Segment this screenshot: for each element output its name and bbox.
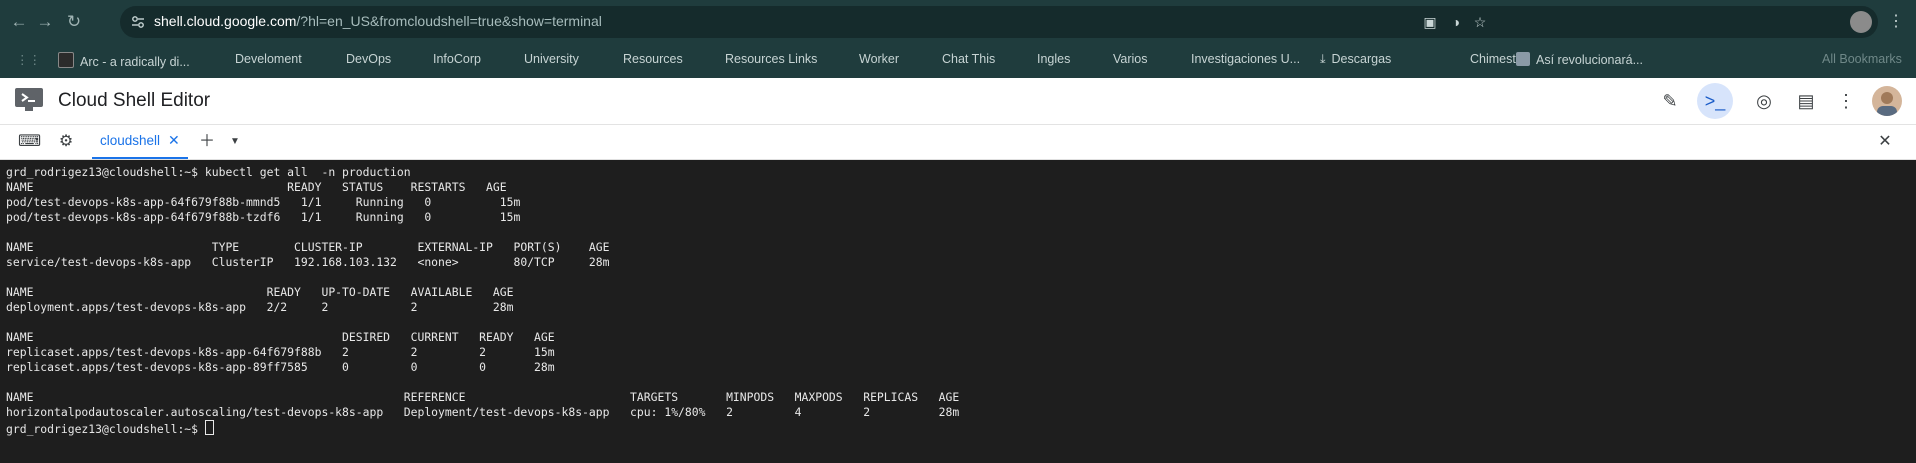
terminal-line: grd_rodrigez13@cloudshell:~$ kubectl get… [6, 165, 411, 179]
more-options-icon[interactable]: ⋮ [1834, 89, 1858, 113]
terminal-line: NAME READY STATUS RESTARTS AGE [6, 180, 507, 194]
terminal-line: deployment.apps/test-devops-k8s-app 2/2 … [6, 300, 514, 314]
reload-icon[interactable]: ↻ [63, 11, 85, 33]
bookmark-star-icon[interactable]: ☆ [1472, 14, 1488, 30]
bookmark-label: Varios [1113, 52, 1148, 66]
url-text: shell.cloud.google.com/?hl=en_US&fromclo… [154, 13, 602, 29]
open-editor-pencil-icon[interactable]: ✎ [1658, 89, 1682, 113]
eye-off-icon[interactable]: ◑ [1448, 14, 1464, 30]
download-icon: ⤓ [1320, 52, 1326, 66]
terminal-line: NAME REFERENCE TARGETS MINPODS MAXPODS R… [6, 390, 960, 404]
bookmark-label: Resources Links [725, 52, 818, 66]
apps-grid-icon[interactable]: ⋮⋮ [16, 52, 41, 67]
bookmark-item[interactable]: InfoCorp [433, 52, 481, 66]
terminal-line: replicaset.apps/test-devops-k8s-app-64f6… [6, 345, 555, 359]
site-settings-icon[interactable] [130, 14, 146, 30]
bookmark-item[interactable]: Varios [1113, 52, 1148, 66]
web-preview-icon[interactable]: ◎ [1752, 89, 1776, 113]
terminal-line: service/test-devops-k8s-app ClusterIP 19… [6, 255, 610, 269]
bookmark-label: University [524, 52, 579, 66]
terminal-line: replicaset.apps/test-devops-k8s-app-89ff… [6, 360, 555, 374]
bookmark-label: Worker [859, 52, 900, 66]
app-header: Cloud Shell Editor ✎ >_ ◎ ▤ ⋮ [0, 78, 1916, 125]
bookmark-label: DevOps [346, 52, 392, 66]
app-title: Cloud Shell Editor [58, 90, 211, 111]
bookmark-label: Resources [623, 52, 683, 66]
bookmark-item[interactable]: Arc - a radically di... [58, 52, 190, 69]
bookmark-item[interactable]: University [524, 52, 579, 66]
bookmark-item[interactable]: Investigaciones U... [1191, 52, 1300, 66]
bookmark-item[interactable]: Así revolucionará... [1516, 52, 1643, 67]
install-app-icon[interactable]: ▣ [1422, 14, 1438, 30]
avatar-photo-icon [1877, 92, 1897, 116]
close-terminal-icon[interactable]: ✕ [1875, 132, 1895, 152]
browser-nav-row: ← → ↻ shell.cloud.google.com/?hl=en_US&f… [0, 0, 1916, 44]
bookmark-item[interactable]: DevOps [346, 52, 391, 66]
terminal-line: NAME READY UP-TO-DATE AVAILABLE AGE [6, 285, 514, 299]
bookmark-label: Ingles [1037, 52, 1071, 66]
bookmark-label: Descargas [1331, 52, 1392, 66]
forward-arrow-icon[interactable]: → [34, 11, 56, 33]
browser-chrome: ← → ↻ shell.cloud.google.com/?hl=en_US&f… [0, 0, 1916, 78]
image-favicon-icon [1516, 52, 1530, 66]
bookmark-item[interactable]: ⤓ Descargas [1320, 52, 1391, 67]
bookmark-item[interactable]: Resources Links [725, 52, 817, 66]
bookmark-label: Develoment [235, 52, 302, 66]
url-path: /?hl=en_US&fromcloudshell=true&show=term… [296, 13, 602, 29]
bookmark-label: Arc - a radically di... [80, 55, 190, 69]
chevron-down-icon[interactable]: ▼ [225, 132, 245, 152]
browser-menu-icon[interactable]: ⋮ [1888, 11, 1904, 31]
terminal-output[interactable]: grd_rodrigez13@cloudshell:~$ kubectl get… [0, 160, 1916, 463]
address-bar[interactable]: shell.cloud.google.com/?hl=en_US&fromclo… [120, 6, 1878, 38]
profile-avatar[interactable] [1850, 11, 1872, 33]
tab-label: cloudshell [100, 133, 161, 148]
terminal-line: pod/test-devops-k8s-app-64f679f88b-mmnd5… [6, 195, 521, 209]
bookmark-item[interactable]: Resources [623, 52, 683, 66]
bookmarks-bar: ⋮⋮ Arc - a radically di... Develoment De… [0, 44, 1916, 78]
terminal-icon[interactable]: >_ [1697, 83, 1733, 119]
bookmark-label: Chat This [942, 52, 996, 66]
terminal-line: NAME DESIRED CURRENT READY AGE [6, 330, 555, 344]
layout-panel-icon[interactable]: ▤ [1794, 89, 1818, 113]
terminal-line: horizontalpodautoscaler.autoscaling/test… [6, 405, 960, 419]
terminal-line: pod/test-devops-k8s-app-64f679f88b-tzdf6… [6, 210, 521, 224]
all-bookmarks[interactable]: All Bookmarks [1822, 52, 1902, 66]
back-arrow-icon[interactable]: ← [8, 11, 30, 33]
tab-cloudshell[interactable]: cloudshell ✕ [92, 125, 188, 159]
bookmark-label: Investigaciones U... [1191, 52, 1301, 66]
url-host: shell.cloud.google.com [154, 13, 297, 29]
terminal-tab-bar: ⌨ ⚙ cloudshell ✕ ＋ ▼ ✕ [0, 125, 1916, 160]
bookmark-item[interactable]: Develoment [235, 52, 302, 66]
arc-favicon-icon [58, 52, 74, 68]
bookmark-item[interactable]: Worker [859, 52, 899, 66]
close-tab-icon[interactable]: ✕ [168, 132, 180, 148]
cloud-shell-logo-icon [15, 88, 43, 111]
terminal-line: NAME TYPE CLUSTER-IP EXTERNAL-IP PORT(S)… [6, 240, 610, 254]
bookmark-item[interactable]: Ingles [1037, 52, 1070, 66]
all-bookmarks-label: All Bookmarks [1822, 52, 1902, 66]
bookmark-item[interactable]: Chat This [942, 52, 995, 66]
terminal-cursor [204, 420, 214, 435]
add-tab-icon[interactable]: ＋ [197, 132, 217, 152]
user-avatar[interactable] [1872, 86, 1902, 116]
bookmark-label: InfoCorp [433, 52, 481, 66]
keyboard-icon[interactable]: ⌨ [18, 132, 41, 152]
terminal-prompt: grd_rodrigez13@cloudshell:~$ [6, 422, 205, 436]
gear-icon[interactable]: ⚙ [56, 132, 76, 152]
bookmark-label: Así revolucionará... [1536, 53, 1643, 67]
